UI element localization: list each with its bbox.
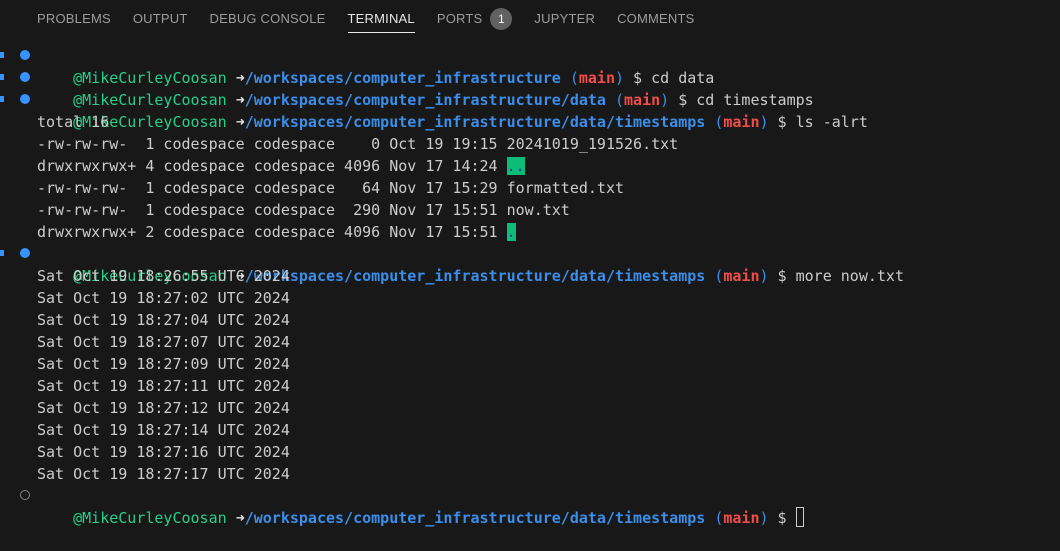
terminal-cursor[interactable] bbox=[795, 507, 804, 527]
output-line: Sat Oct 19 18:27:11 UTC 2024 bbox=[37, 377, 290, 395]
ls-row-meta: drwxrwxrwx+ 2 codespace codespace 4096 N… bbox=[37, 223, 498, 241]
ls-row: drwxrwxrwx+ 4 codespace codespace 4096 N… bbox=[0, 155, 1060, 177]
tab-terminal[interactable]: TERMINAL bbox=[337, 0, 426, 38]
command-success-decoration-icon[interactable] bbox=[0, 248, 30, 258]
tab-terminal-label: TERMINAL bbox=[347, 11, 415, 26]
output-line: Sat Oct 19 18:27:12 UTC 2024 bbox=[37, 399, 290, 417]
output-line: Sat Oct 19 18:27:02 UTC 2024 bbox=[37, 289, 290, 307]
tab-debug-console[interactable]: DEBUG CONSOLE bbox=[199, 0, 337, 38]
tab-comments-label: COMMENTS bbox=[617, 11, 695, 26]
prompt-branch: main bbox=[723, 509, 760, 527]
output-line: Sat Oct 19 18:27:14 UTC 2024 bbox=[37, 421, 290, 439]
command-pending-decoration-icon[interactable] bbox=[20, 490, 30, 500]
output-line: Sat Oct 19 18:26:55 UTC 2024 bbox=[37, 267, 290, 285]
tab-ports[interactable]: PORTS 1 bbox=[426, 0, 524, 38]
ls-row-name: .. bbox=[506, 157, 525, 175]
ls-row-meta: -rw-rw-rw- 1 codespace codespace 290 Nov… bbox=[37, 201, 498, 219]
command-success-decoration-icon[interactable] bbox=[0, 94, 30, 104]
ports-count-badge: 1 bbox=[490, 8, 513, 30]
ls-row-name: . bbox=[506, 223, 516, 241]
tab-output-label: OUTPUT bbox=[132, 11, 188, 26]
output-line: Sat Oct 19 18:27:16 UTC 2024 bbox=[37, 443, 290, 461]
prompt-user: @MikeCurleyCoosan bbox=[73, 509, 227, 527]
ls-row-meta: -rw-rw-rw- 1 codespace codespace 0 Oct 1… bbox=[37, 135, 498, 153]
terminal-output[interactable]: @MikeCurleyCoosan ➜/workspaces/computer_… bbox=[0, 45, 1060, 527]
tab-jupyter[interactable]: JUPYTER bbox=[523, 0, 606, 38]
tab-problems[interactable]: PROBLEMS bbox=[26, 0, 122, 38]
output-line: Sat Oct 19 18:27:09 UTC 2024 bbox=[37, 355, 290, 373]
output-line: Sat Oct 19 18:27:17 UTC 2024 bbox=[37, 465, 290, 483]
ls-row: -rw-rw-rw- 1 codespace codespace 64 Nov … bbox=[0, 177, 1060, 199]
prompt-arrow-icon: ➜ bbox=[235, 509, 245, 527]
ls-row: -rw-rw-rw- 1 codespace codespace 290 Nov… bbox=[0, 199, 1060, 221]
prompt-line: @MikeCurleyCoosan ➜/workspaces/computer_… bbox=[0, 45, 1060, 87]
ls-total-line: total 16 bbox=[0, 111, 1060, 133]
ls-row-meta: drwxrwxrwx+ 4 codespace codespace 4096 N… bbox=[37, 157, 498, 175]
ls-row-name: formatted.txt bbox=[506, 179, 625, 197]
tab-comments[interactable]: COMMENTS bbox=[606, 0, 705, 38]
prompt-line: @MikeCurleyCoosan ➜/workspaces/computer_… bbox=[0, 67, 1060, 109]
output-line: Sat Oct 19 18:27:07 UTC 2024 bbox=[37, 333, 290, 351]
ls-row: drwxrwxrwx+ 2 codespace codespace 4096 N… bbox=[0, 221, 1060, 243]
command-success-decoration-icon[interactable] bbox=[0, 50, 30, 60]
tab-jupyter-label: JUPYTER bbox=[534, 11, 596, 26]
output-line: Sat Oct 19 18:27:04 UTC 2024 bbox=[37, 311, 290, 329]
ls-row-meta: -rw-rw-rw- 1 codespace codespace 64 Nov … bbox=[37, 179, 498, 197]
tab-output[interactable]: OUTPUT bbox=[122, 0, 199, 38]
ls-row-name: 20241019_191526.txt bbox=[506, 135, 679, 153]
ls-row-name: now.txt bbox=[506, 201, 570, 219]
tab-problems-label: PROBLEMS bbox=[37, 11, 111, 26]
ls-total: total 16 bbox=[37, 113, 110, 131]
panel-tab-bar: PROBLEMS OUTPUT DEBUG CONSOLE TERMINAL P… bbox=[0, 0, 1060, 38]
ls-row: -rw-rw-rw- 1 codespace codespace 0 Oct 1… bbox=[0, 133, 1060, 155]
active-prompt-line[interactable]: @MikeCurleyCoosan ➜/workspaces/computer_… bbox=[0, 485, 1060, 527]
prompt-path: /workspaces/computer_infrastructure/data… bbox=[244, 509, 706, 527]
command-success-decoration-icon[interactable] bbox=[0, 72, 30, 82]
prompt-line: @MikeCurleyCoosan ➜/workspaces/computer_… bbox=[0, 243, 1060, 285]
tab-ports-label: PORTS bbox=[436, 11, 483, 26]
prompt-line: @MikeCurleyCoosan ➜/workspaces/computer_… bbox=[0, 89, 1060, 131]
tab-debug-console-label: DEBUG CONSOLE bbox=[209, 11, 326, 26]
